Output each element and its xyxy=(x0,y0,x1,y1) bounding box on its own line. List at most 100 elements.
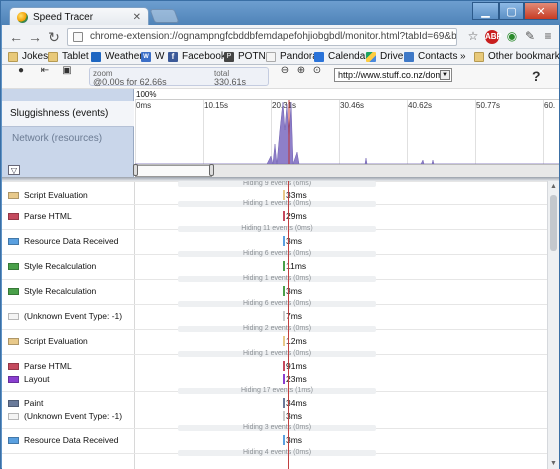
clear-icon[interactable]: ⇤ xyxy=(38,65,52,77)
zoom-in-icon[interactable]: ⊕ xyxy=(294,65,308,77)
menu-icon[interactable]: ≡ xyxy=(540,28,556,45)
scroll-down-icon[interactable]: ▼ xyxy=(549,460,558,467)
speed-tracer-extension-icon[interactable]: ◉ xyxy=(504,28,520,45)
bookmark-facebook[interactable]: f Facebook xyxy=(168,49,226,65)
save-icon[interactable]: ▣ xyxy=(60,65,74,77)
overview-selection[interactable] xyxy=(135,165,212,177)
zoom-out-icon[interactable]: ⊖ xyxy=(278,65,292,77)
hidden-events-bar[interactable]: Hiding 11 events (0ms) xyxy=(178,225,376,232)
bookmark-calendar[interactable]: Calendar xyxy=(314,49,369,65)
bookmark-star-icon[interactable]: ☆ xyxy=(465,28,481,45)
bookmark-potn[interactable]: P POTN xyxy=(224,49,266,65)
event-name: Parse HTML xyxy=(24,361,72,371)
maximize-button[interactable]: ▢ xyxy=(499,2,524,20)
filter-icon[interactable]: ▽ xyxy=(8,165,20,175)
event-row[interactable]: Paint 34ms xyxy=(2,397,547,409)
event-row[interactable]: (Unknown Event Type: -1) 3ms xyxy=(2,410,547,422)
event-name: Script Evaluation xyxy=(24,336,88,346)
hidden-events-bar[interactable]: Hiding 2 events (0ms) xyxy=(178,325,376,332)
event-list-scrollbar[interactable]: ▲ ▼ xyxy=(547,181,559,469)
scroll-up-icon[interactable]: ▲ xyxy=(549,183,558,190)
event-duration: 23ms xyxy=(286,374,307,384)
event-row[interactable]: Script Evaluation 12ms xyxy=(2,335,547,347)
zoom-reset-icon[interactable]: ⊙ xyxy=(310,65,324,77)
event-color-swatch xyxy=(8,237,19,245)
event-row[interactable]: Parse HTML 29ms xyxy=(2,210,547,222)
browser-toolbar: ← → ↻ chrome-extension://ognampngfcbddbf… xyxy=(2,25,559,49)
bookmark-tablet[interactable]: Tablet xyxy=(48,49,89,65)
event-name: (Unknown Event Type: -1) xyxy=(24,411,123,421)
event-row[interactable]: Style Recalculation 3ms xyxy=(2,285,547,297)
scrollbar-thumb[interactable] xyxy=(550,195,557,251)
new-tab-button[interactable] xyxy=(149,9,180,23)
event-bar xyxy=(283,311,285,321)
reload-icon[interactable]: ↻ xyxy=(46,29,62,45)
sluggishness-plot xyxy=(135,100,559,164)
event-color-swatch xyxy=(8,362,19,370)
event-color-swatch xyxy=(8,399,19,407)
hidden-events-bar[interactable]: Hiding 4 events (0ms) xyxy=(178,449,376,456)
event-list: Hiding 9 events (6ms) Script Evaluation … xyxy=(2,181,547,469)
bookmark-w[interactable]: WW xyxy=(141,49,164,65)
minimize-button[interactable]: ▁ xyxy=(472,2,499,20)
tab-speed-tracer[interactable]: Speed Tracer ✕ xyxy=(9,7,149,26)
event-row[interactable]: Resource Data Received 3ms xyxy=(2,434,547,446)
bookmark-label: POTN xyxy=(238,51,266,62)
folder-icon xyxy=(8,52,18,62)
chevron-down-icon: ▼ xyxy=(440,70,450,80)
hidden-events-bar[interactable]: Hiding 1 events (0ms) xyxy=(178,350,376,357)
address-bar[interactable]: chrome-extension://ognampngfcbddbfemdape… xyxy=(67,28,457,46)
tab-close-icon[interactable]: ✕ xyxy=(133,12,141,23)
overview-scroller[interactable] xyxy=(133,164,559,177)
hidden-events-bar[interactable]: Hiding 3 events (0ms) xyxy=(178,424,376,431)
bookmark-pandora[interactable]: Pandora xyxy=(266,49,318,65)
page-icon xyxy=(73,32,83,42)
event-bar xyxy=(283,286,285,296)
bookmark-weather[interactable]: Weather xyxy=(91,49,143,65)
bookmark-jokes[interactable]: Jokes xyxy=(8,49,48,65)
bookmark-other[interactable]: Other bookmarks xyxy=(474,49,560,65)
event-color-swatch xyxy=(8,337,19,345)
hidden-events-bar[interactable]: Hiding 6 events (0ms) xyxy=(178,250,376,257)
event-color-swatch xyxy=(8,262,19,270)
record-icon[interactable]: ● xyxy=(14,65,28,77)
event-row[interactable]: Layout 23ms xyxy=(2,373,547,385)
adblock-icon[interactable]: ABP xyxy=(485,30,502,44)
hidden-events-bar[interactable]: Hiding 1 events (0ms) xyxy=(178,200,376,207)
event-row[interactable]: Parse HTML 91ms xyxy=(2,360,547,372)
bookmark-label: W xyxy=(155,51,165,62)
event-label: (Unknown Event Type: -1) xyxy=(8,410,122,422)
left-drag-handle[interactable] xyxy=(133,164,138,176)
event-name: (Unknown Event Type: -1) xyxy=(24,311,123,321)
back-arrow-icon[interactable]: ← xyxy=(8,29,24,45)
right-drag-handle[interactable] xyxy=(209,164,214,176)
hidden-events-bar[interactable]: Hiding 1 events (0ms) xyxy=(178,275,376,282)
close-window-button[interactable]: ✕ xyxy=(524,2,558,20)
event-duration: 91ms xyxy=(286,361,307,371)
tracer-toolbar: ● ⇤ ▣ zoom @0.00s for 62.66s total 330.6… xyxy=(2,65,559,89)
sluggishness-area xyxy=(135,101,559,164)
bookmarks-overflow-chevron[interactable]: » xyxy=(460,49,466,65)
hidden-events-bar[interactable]: Hiding 9 events (6ms) xyxy=(178,181,376,187)
hidden-events-bar[interactable]: Hiding 17 events (1ms) xyxy=(178,387,376,394)
extension-icon[interactable]: ✎ xyxy=(522,28,538,45)
event-label: Style Recalculation xyxy=(8,285,96,297)
event-name: Resource Data Received xyxy=(24,236,119,246)
event-row[interactable]: Style Recalculation 11ms xyxy=(2,260,547,272)
event-bar xyxy=(283,211,285,221)
event-row[interactable]: (Unknown Event Type: -1) 7ms xyxy=(2,310,547,322)
contacts-icon xyxy=(404,52,414,62)
event-label: Parse HTML xyxy=(8,210,72,222)
event-bar xyxy=(283,361,285,371)
bookmark-drive[interactable]: Drive xyxy=(366,49,403,65)
event-row[interactable]: Resource Data Received 3ms xyxy=(2,235,547,247)
hidden-events-bar[interactable]: Hiding 6 events (0ms) xyxy=(178,300,376,307)
help-icon[interactable]: ? xyxy=(532,68,541,84)
network-label[interactable]: Network (resources) xyxy=(2,129,134,149)
bookmark-label: Weather xyxy=(105,51,143,62)
forward-arrow-icon[interactable]: → xyxy=(27,29,43,45)
bookmark-contacts[interactable]: Contacts xyxy=(404,49,457,65)
event-bar xyxy=(283,398,285,408)
page-url-select[interactable]: http://www.stuff.co.nz/dom ▼ xyxy=(334,68,452,82)
sluggishness-label[interactable]: Sluggishness (events) xyxy=(2,101,134,127)
